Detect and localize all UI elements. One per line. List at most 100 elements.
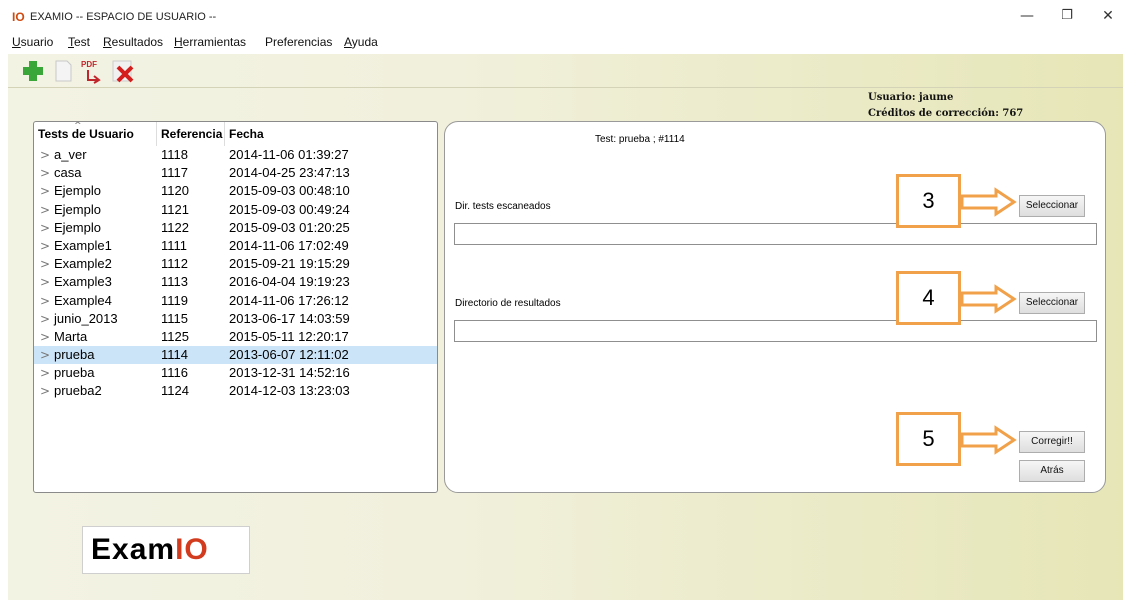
test-name: Ejemplo	[54, 201, 101, 217]
test-reference: 1112	[161, 256, 188, 272]
test-name: prueba	[54, 347, 95, 363]
add-icon[interactable]	[20, 58, 46, 84]
title-bar: IO EXAMIO -- ESPACIO DE USUARIO -- — ❐ ✕	[0, 0, 1131, 32]
test-name: Example1	[54, 237, 112, 253]
examio-logo: ExamIO	[82, 526, 250, 574]
expand-chevron-icon[interactable]: >	[40, 310, 50, 328]
workspace: PDF Usuario: jaume Créditos de correcció…	[8, 54, 1123, 600]
table-row[interactable]: > Ejemplo 1121 2015-09-03 00:49:24	[34, 201, 437, 219]
sort-arrow-icon: ^	[74, 122, 82, 131]
expand-chevron-icon[interactable]: >	[40, 237, 50, 255]
test-reference: 1118	[161, 147, 188, 162]
test-date: 2014-11-06 17:02:49	[229, 237, 349, 253]
expand-chevron-icon[interactable]: >	[40, 346, 50, 364]
results-dir-input[interactable]	[454, 320, 1097, 342]
table-row[interactable]: > a_ver 1118 2014-11-06 01:39:27	[34, 146, 437, 164]
column-header-referencia[interactable]: Referencia	[157, 122, 225, 146]
table-row[interactable]: > Ejemplo 1120 2015-09-03 00:48:10	[34, 182, 437, 200]
menu-ayuda[interactable]: Ayuda	[344, 35, 378, 49]
test-reference: 1122	[161, 219, 189, 235]
test-reference: 1113	[161, 274, 188, 290]
menu-bar: Usuario Test Resultados Herramientas Pre…	[0, 32, 1131, 54]
callout-3-arrow-icon	[960, 187, 1017, 217]
test-name: prueba	[54, 365, 95, 381]
table-row[interactable]: > Example4 1119 2014-11-06 17:26:12	[34, 292, 437, 310]
expand-chevron-icon[interactable]: >	[40, 364, 50, 382]
table-row[interactable]: > Marta 1125 2015-05-11 12:20:17	[34, 328, 437, 346]
test-name: Example3	[54, 274, 112, 290]
tests-list: ^ Tests de Usuario Referencia Fecha > a_v…	[33, 121, 438, 493]
test-reference: 1121	[161, 201, 189, 217]
test-date: 2014-12-03 13:23:03	[229, 383, 350, 399]
test-date: 2015-05-11 12:20:17	[229, 328, 349, 344]
scanned-dir-input[interactable]	[454, 223, 1097, 245]
delete-icon[interactable]	[110, 58, 136, 84]
table-row[interactable]: > Example3 1113 2016-04-04 19:19:23	[34, 273, 437, 291]
select-scanned-dir-button[interactable]: Seleccionar	[1019, 195, 1085, 217]
table-row[interactable]: > casa 1117 2014-04-25 23:47:13	[34, 164, 437, 182]
expand-chevron-icon[interactable]: >	[40, 328, 50, 346]
table-row[interactable]: > prueba 1114 2013-06-07 12:11:02	[34, 346, 437, 365]
expand-chevron-icon[interactable]: >	[40, 146, 50, 164]
toolbar: PDF	[8, 54, 1123, 88]
test-name: junio_2013	[54, 310, 118, 326]
column-header-tests[interactable]: ^ Tests de Usuario	[34, 122, 157, 146]
select-results-dir-button[interactable]: Seleccionar	[1019, 292, 1085, 314]
svg-text:PDF: PDF	[81, 60, 97, 69]
callout-4: 4	[896, 271, 961, 325]
menu-resultados[interactable]: Resultados	[103, 35, 163, 49]
back-button[interactable]: Atrás	[1019, 460, 1085, 482]
test-date: 2014-11-06 01:39:27	[229, 147, 349, 162]
callout-5-arrow-icon	[960, 425, 1017, 455]
maximize-button[interactable]: ❐	[1052, 6, 1082, 26]
callout-5: 5	[896, 412, 961, 466]
test-reference: 1116	[161, 365, 188, 381]
table-row[interactable]: > Example2 1112 2015-09-21 19:15:29	[34, 255, 437, 273]
menu-test[interactable]: Test	[68, 35, 90, 49]
expand-chevron-icon[interactable]: >	[40, 182, 50, 200]
table-row[interactable]: > junio_2013 1115 2013-06-17 14:03:59	[34, 310, 437, 328]
expand-chevron-icon[interactable]: >	[40, 164, 50, 182]
export-pdf-icon[interactable]: PDF	[80, 58, 106, 84]
menu-preferencias[interactable]: Preferencias	[265, 35, 332, 49]
test-name: Ejemplo	[54, 183, 101, 199]
expand-chevron-icon[interactable]: >	[40, 201, 50, 219]
test-label: Test: prueba ; #1114	[595, 134, 685, 145]
test-reference: 1115	[161, 310, 188, 326]
table-row[interactable]: > prueba 1116 2013-12-31 14:52:16	[34, 364, 437, 382]
column-header-fecha[interactable]: Fecha	[225, 122, 437, 146]
test-date: 2013-12-31 14:52:16	[229, 365, 350, 381]
app-icon: IO	[12, 10, 25, 24]
test-date: 2015-09-03 00:49:24	[229, 201, 350, 217]
document-icon[interactable]	[50, 58, 76, 84]
tests-rows: > a_ver 1118 2014-11-06 01:39:27 > casa 1117 20…	[34, 146, 437, 401]
test-name: Example4	[54, 292, 112, 308]
expand-chevron-icon[interactable]: >	[40, 292, 50, 310]
close-button[interactable]: ✕	[1093, 6, 1123, 26]
table-row[interactable]: > prueba2 1124 2014-12-03 13:23:03	[34, 382, 437, 400]
expand-chevron-icon[interactable]: >	[40, 273, 50, 291]
window-title: EXAMIO -- ESPACIO DE USUARIO --	[30, 11, 217, 23]
expand-chevron-icon[interactable]: >	[40, 255, 50, 273]
expand-chevron-icon[interactable]: >	[40, 219, 50, 237]
menu-usuario[interactable]: Usuario	[12, 35, 53, 49]
test-name: Ejemplo	[54, 219, 101, 235]
test-reference: 1120	[161, 183, 189, 199]
minimize-button[interactable]: —	[1012, 6, 1042, 26]
user-name: Usuario: jaume	[868, 92, 954, 103]
test-date: 2014-04-25 23:47:13	[229, 165, 350, 181]
test-date: 2013-06-17 14:03:59	[229, 310, 350, 326]
test-name: casa	[54, 165, 82, 181]
correct-button[interactable]: Corregir!!	[1019, 431, 1085, 453]
test-name: Example2	[54, 256, 112, 272]
menu-herramientas[interactable]: Herramientas	[174, 35, 246, 49]
test-reference: 1125	[161, 328, 189, 344]
test-name: prueba2	[54, 383, 102, 399]
expand-chevron-icon[interactable]: >	[40, 382, 50, 400]
test-reference: 1117	[161, 165, 188, 181]
table-row[interactable]: > Example1 1111 2014-11-06 17:02:49	[34, 237, 437, 255]
test-date: 2013-06-07 12:11:02	[229, 347, 349, 363]
scanned-dir-label: Dir. tests escaneados	[455, 201, 551, 212]
test-date: 2015-09-03 00:48:10	[229, 183, 350, 199]
table-row[interactable]: > Ejemplo 1122 2015-09-03 01:20:25	[34, 219, 437, 237]
